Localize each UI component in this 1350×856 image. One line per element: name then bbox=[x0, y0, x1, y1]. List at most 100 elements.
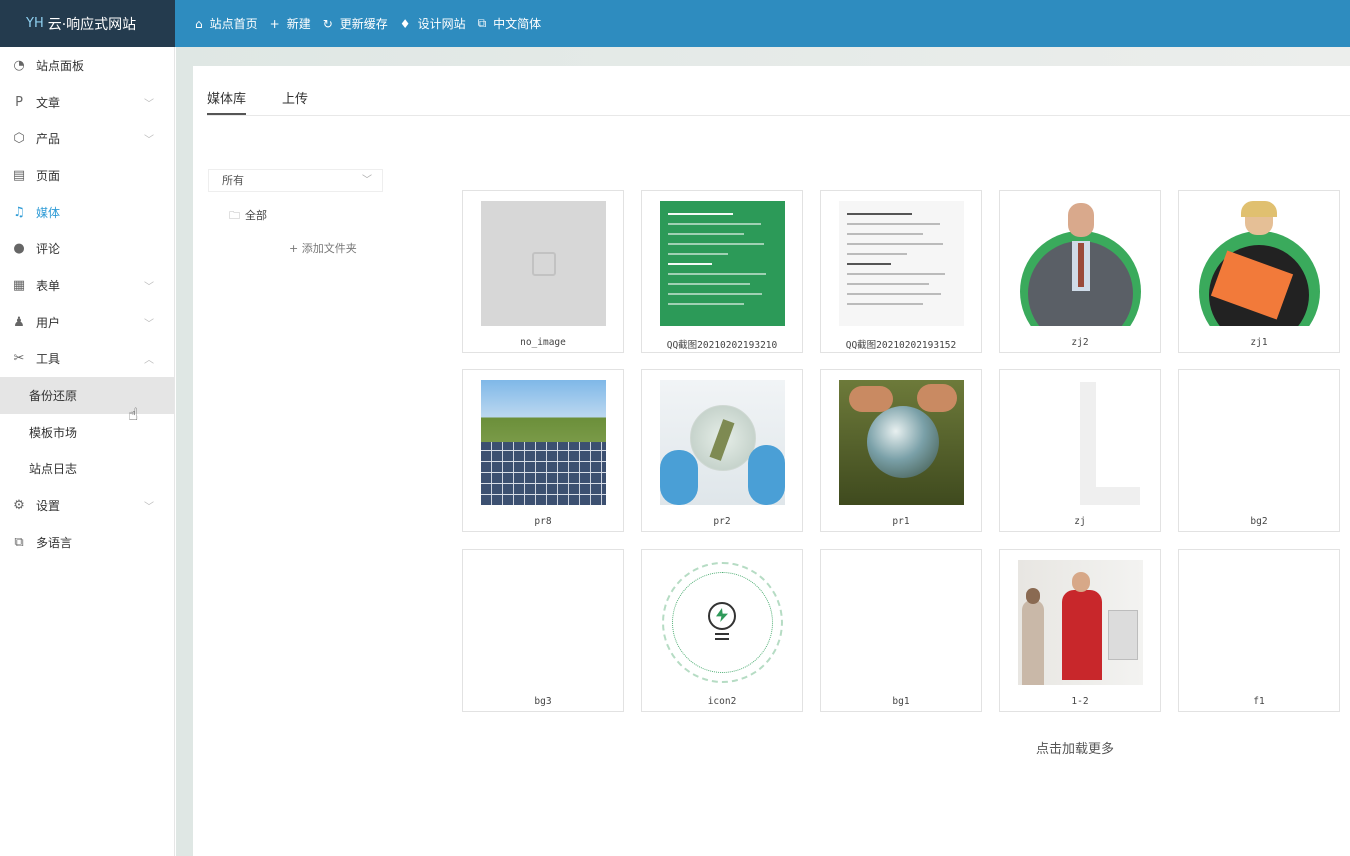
topnav-label: 新建 bbox=[286, 17, 311, 31]
page-icon: ▤ bbox=[12, 167, 26, 183]
media-thumbnail bbox=[1018, 560, 1143, 685]
media-name: zj2 bbox=[1071, 337, 1089, 348]
shirt-icon: ♦ bbox=[399, 16, 411, 31]
form-icon: ▦ bbox=[12, 277, 26, 293]
media-item[interactable]: zj2 bbox=[999, 190, 1161, 353]
media-name: no_image bbox=[520, 337, 566, 348]
media-name: bg3 bbox=[534, 696, 552, 707]
media-item[interactable]: no_image bbox=[462, 190, 624, 353]
media-item[interactable]: 1-2 bbox=[999, 549, 1161, 712]
media-item[interactable]: pr8 bbox=[462, 369, 624, 532]
chevron-down-icon: ﹀ bbox=[144, 98, 154, 110]
topnav-label: 更新缓存 bbox=[339, 17, 388, 31]
media-item[interactable]: pr1 bbox=[820, 369, 982, 532]
sidebar-item[interactable]: ♟ 用户 ﹀ bbox=[0, 304, 174, 341]
media-item[interactable]: zj1 bbox=[1178, 190, 1340, 353]
folder-select[interactable]: 所有 ﹀ bbox=[208, 169, 383, 192]
tab-upload[interactable]: 上传 bbox=[282, 88, 308, 115]
media-item[interactable]: bg1 bbox=[820, 549, 982, 712]
load-more-button[interactable]: 点击加载更多 bbox=[1036, 738, 1114, 757]
folder-all[interactable]: 🗀 全部 bbox=[229, 207, 267, 226]
topnav-label: 设计网站 bbox=[417, 17, 466, 31]
chevron-up-icon: ︿ bbox=[144, 355, 154, 367]
sidebar-item[interactable]: ▦ 表单 ﹀ bbox=[0, 267, 174, 304]
sidebar-item[interactable]: ⧉ 多语言 bbox=[0, 524, 174, 561]
media-item[interactable]: QQ截图20210202193152 bbox=[820, 190, 982, 353]
topnav-label: 中文简体 bbox=[493, 17, 542, 31]
sidebar-item-label: 文章 bbox=[36, 95, 61, 110]
sidebar-item[interactable]: ▤ 页面 bbox=[0, 157, 174, 194]
topnav-item[interactable]: + 新建 bbox=[270, 15, 311, 32]
sidebar-item-label: 产品 bbox=[36, 132, 61, 147]
tab-media-library[interactable]: 媒体库 bbox=[207, 88, 247, 115]
media-item[interactable]: pr2 bbox=[641, 369, 803, 532]
media-name: bg2 bbox=[1250, 516, 1268, 527]
article-icon: P bbox=[15, 94, 23, 110]
chevron-down-icon: ﹀ bbox=[144, 281, 154, 293]
media-thumbnail bbox=[1197, 201, 1322, 326]
sidebar-item-label: 站点面板 bbox=[36, 58, 85, 73]
media-name: 1-2 bbox=[1071, 696, 1089, 707]
media-thumbnail bbox=[660, 560, 785, 685]
tools-icon: ✂ bbox=[13, 351, 25, 367]
media-name: pr2 bbox=[713, 516, 731, 527]
topnav-item[interactable]: ♦ 设计网站 bbox=[400, 15, 466, 32]
add-folder-button[interactable]: + 添加文件夹 bbox=[289, 240, 357, 256]
sidebar-item-label: 工具 bbox=[36, 352, 61, 367]
media-thumbnail bbox=[839, 560, 964, 685]
topnav-item[interactable]: ↻ 更新缓存 bbox=[323, 15, 388, 32]
sidebar-item-label: 媒体 bbox=[36, 205, 61, 220]
media-item[interactable]: zj bbox=[999, 369, 1161, 532]
tab-bar: 媒体库 上传 bbox=[207, 88, 1350, 116]
media-thumbnail bbox=[1197, 560, 1322, 685]
media-item[interactable]: icon2 bbox=[641, 549, 803, 712]
sidebar-subitem[interactable]: 备份还原 bbox=[0, 377, 174, 414]
chevron-down-icon: ﹀ bbox=[144, 135, 154, 147]
refresh-icon: ↻ bbox=[322, 16, 333, 31]
sidebar-item[interactable]: ♫ 媒体 bbox=[0, 194, 174, 231]
sidebar-subitem[interactable]: 模板市场 bbox=[0, 414, 174, 451]
sidebar-item[interactable]: ◔ 站点面板 bbox=[0, 47, 174, 84]
media-item[interactable]: bg2 bbox=[1178, 369, 1340, 532]
language-icon: ⧉ bbox=[477, 16, 487, 30]
media-name: bg1 bbox=[892, 696, 910, 707]
sidebar-item-label: 页面 bbox=[36, 168, 61, 183]
media-name: pr1 bbox=[892, 516, 910, 527]
sidebar-item-label: 评论 bbox=[36, 242, 61, 257]
media-thumbnail bbox=[839, 201, 964, 326]
app-title: 云·响应式网站 bbox=[47, 16, 137, 33]
media-item[interactable]: bg3 bbox=[462, 549, 624, 712]
sidebar-subitem[interactable]: 站点日志 bbox=[0, 451, 174, 488]
sidebar-item[interactable]: ⚙ 设置 ﹀ bbox=[0, 487, 174, 524]
topnav-label: 站点首页 bbox=[209, 17, 258, 31]
sidebar-item-label: 设置 bbox=[36, 499, 61, 514]
app-logo[interactable]: YH 云·响应式网站 bbox=[0, 0, 175, 47]
media-name: zj bbox=[1074, 516, 1086, 527]
home-icon: ⌂ bbox=[195, 16, 203, 31]
media-thumbnail bbox=[481, 560, 606, 685]
media-item[interactable]: QQ截图20210202193210 bbox=[641, 190, 803, 353]
folder-select-value: 所有 bbox=[222, 174, 244, 187]
media-thumbnail bbox=[481, 380, 606, 505]
sidebar-item-label: 多语言 bbox=[36, 535, 73, 550]
pointer-cursor-icon: ☝ bbox=[128, 405, 139, 425]
top-bar: YH 云·响应式网站 ⌂ 站点首页 + 新建 ↻ 更新缓存 ♦ 设计网站 ⧉ 中文简体 bbox=[0, 0, 1350, 47]
logo-mark-icon: YH bbox=[26, 16, 44, 31]
topnav-item[interactable]: ⧉ 中文简体 bbox=[478, 15, 542, 32]
media-name: QQ截图20210202193210 bbox=[666, 340, 778, 351]
media-name: pr8 bbox=[534, 516, 552, 527]
sidebar-item[interactable]: ⬡ 产品 ﹀ bbox=[0, 120, 174, 157]
media-item[interactable]: f1 bbox=[1178, 549, 1340, 712]
comment-icon: ● bbox=[13, 241, 25, 257]
media-thumbnail bbox=[1018, 201, 1143, 326]
sidebar-item[interactable]: P 文章 ﹀ bbox=[0, 84, 174, 121]
topnav-item[interactable]: ⌂ 站点首页 bbox=[195, 15, 258, 32]
sidebar-item[interactable]: ● 评论 bbox=[0, 230, 174, 267]
sidebar-item[interactable]: ✂ 工具 ︿ bbox=[0, 341, 174, 378]
sidebar-item-label: 表单 bbox=[36, 278, 61, 293]
media-name: QQ截图20210202193152 bbox=[845, 340, 957, 351]
chevron-down-icon: ﹀ bbox=[144, 318, 154, 330]
media-thumbnail bbox=[660, 380, 785, 505]
media-thumbnail bbox=[1197, 380, 1322, 505]
sidebar-item-label: 用户 bbox=[36, 315, 61, 330]
